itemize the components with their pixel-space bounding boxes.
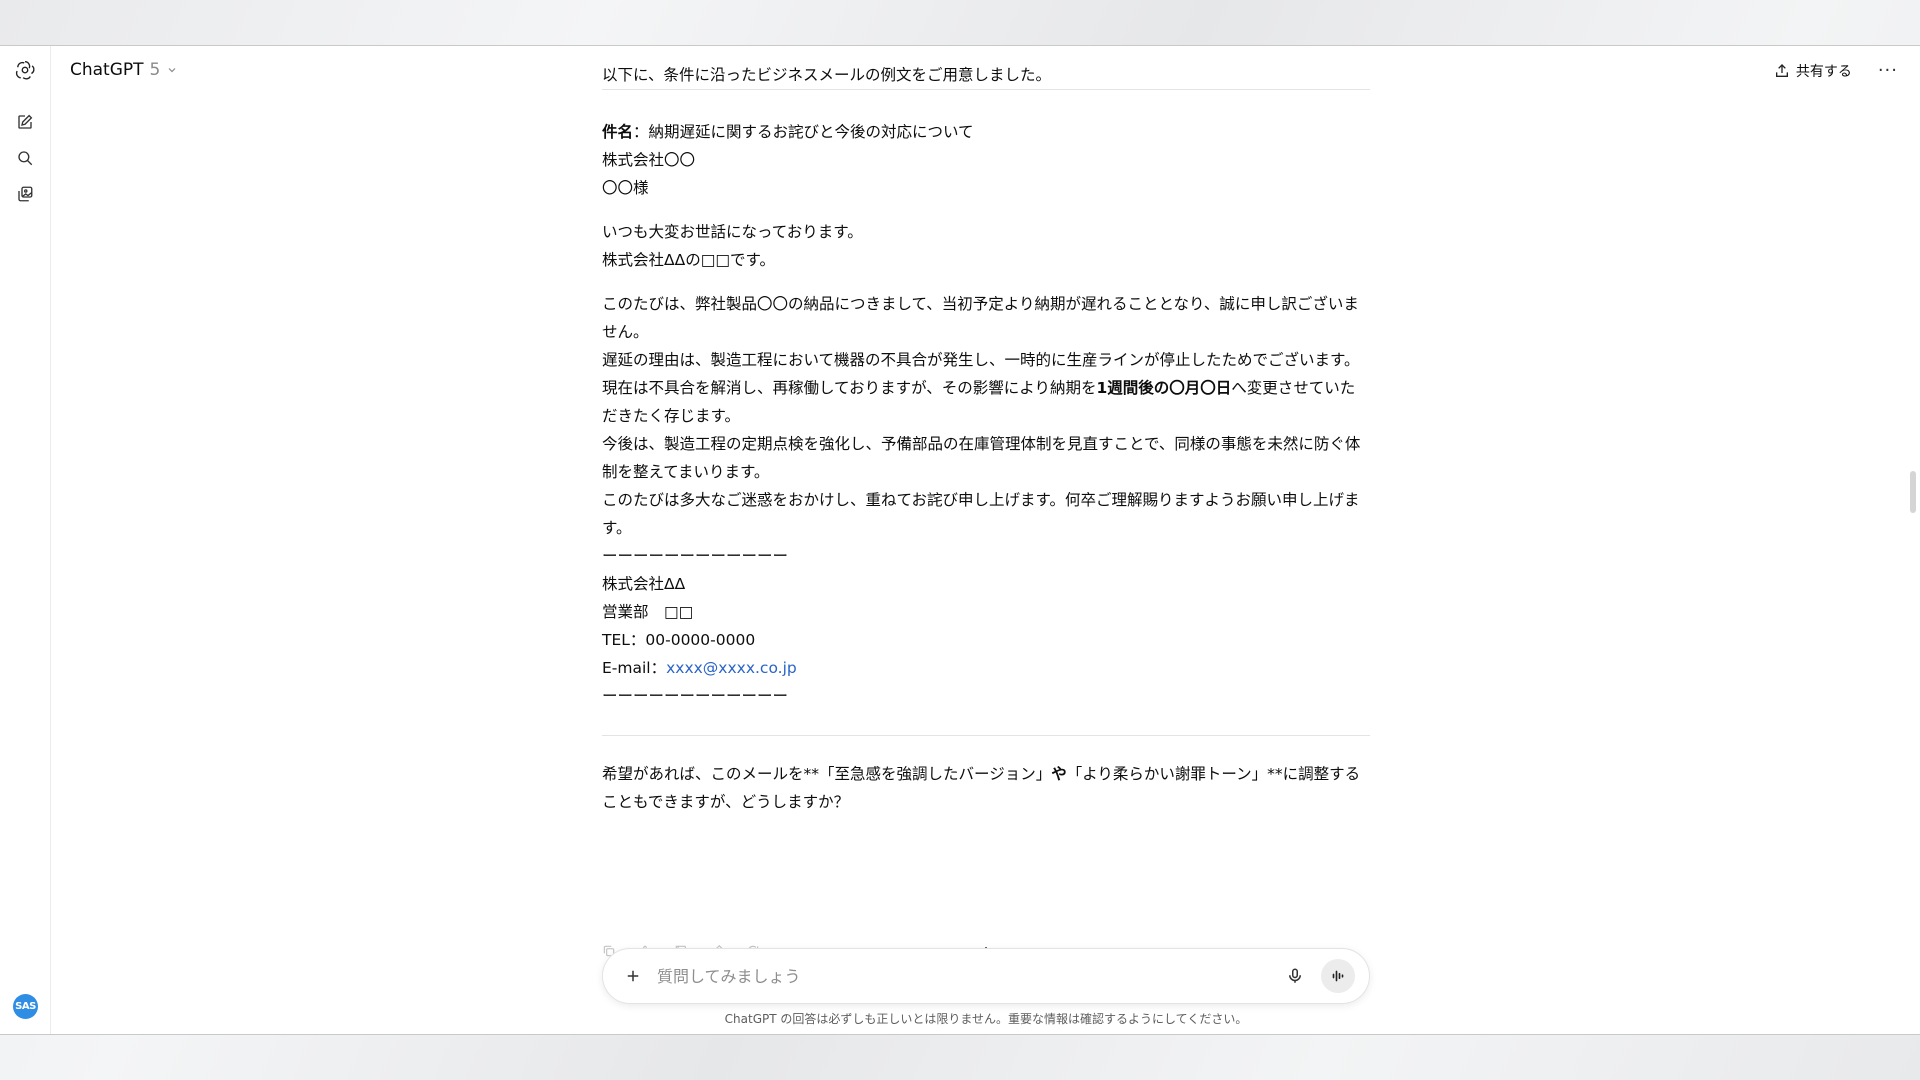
share-icon: [1775, 63, 1788, 77]
share-button[interactable]: 共有する: [1774, 61, 1852, 81]
followup-bold: や: [1051, 765, 1067, 783]
email-recipient: 株式会社〇〇 〇〇様: [602, 146, 1370, 202]
model-selector[interactable]: ChatGPT 5: [70, 60, 178, 80]
model-name: ChatGPT: [70, 60, 144, 80]
subject-label: 件名: [602, 123, 634, 141]
followup-text-a: 希望があれば、このメールを**「至急感を強調したバージョン」: [602, 765, 1052, 783]
para-closing: このたびは多大なご迷惑をおかけし、重ねてお詫び申し上げます。何卒ご理解賜りますよ…: [602, 491, 1360, 537]
divider: [602, 735, 1370, 736]
model-version: 5: [149, 60, 161, 80]
header-actions: 共有する ···: [1774, 60, 1898, 81]
chevron-down-icon: [168, 68, 176, 73]
email-subject: 件名：納期遅延に関するお詫びと今後の対応について: [602, 118, 1370, 146]
greeting-line-1: いつも大変お世話になっております。: [602, 223, 863, 241]
signature-divider-top: ーーーーーーーーーーーー: [602, 547, 789, 565]
disclaimer: ChatGPT の回答は必ずしも正しいとは限りません。重要な情報は確認するように…: [724, 1012, 1248, 1026]
prompt-input[interactable]: [657, 966, 1281, 986]
para-apology: このたびは、弊社製品〇〇の納品につきまして、当初予定より納期が遅れることとなり、…: [602, 295, 1359, 341]
signature-email-label: E-mail：: [602, 659, 667, 677]
scrollbar-thumb[interactable]: [1910, 471, 1916, 513]
avatar[interactable]: SAS: [13, 994, 38, 1019]
followup-question: 希望があれば、このメールを**「至急感を強調したバージョン」や「より柔らかい謝罪…: [602, 760, 1370, 816]
signature-dept: 営業部 □□: [602, 603, 694, 621]
share-label: 共有する: [1795, 63, 1852, 80]
search-icon[interactable]: [13, 146, 37, 170]
email-greeting: いつも大変お世話になっております。 株式会社ΔΔの□□です。: [602, 218, 1370, 274]
library-icon[interactable]: [13, 182, 37, 206]
mic-icon[interactable]: [1281, 962, 1309, 990]
signature-email: E-mail：xxxx@xxxx.co.jp: [602, 654, 1370, 682]
voice-mode-icon[interactable]: [1321, 959, 1355, 993]
message-intro: 以下に、条件に沿ったビジネスメールの例文をご用意しました。: [602, 66, 1052, 84]
sidebar-rail: SAS: [0, 46, 51, 1034]
more-options-button[interactable]: ···: [1878, 60, 1898, 81]
email-link[interactable]: xxxx@xxxx.co.jp: [666, 659, 797, 677]
signature-company: 株式会社ΔΔ: [602, 575, 686, 593]
para-prevention: 今後は、製造工程の定期点検を強化し、予備部品の在庫管理体制を見直すことで、同様の…: [602, 435, 1361, 481]
greeting-line-2: 株式会社ΔΔの□□です。: [602, 251, 775, 269]
app-window: SAS ChatGPT 5 共有する ··· 以下に、条件に沿ったビジネスメール…: [0, 45, 1920, 1035]
new-chat-icon[interactable]: [13, 110, 37, 134]
divider: [602, 89, 1370, 90]
openai-logo-icon[interactable]: [13, 58, 37, 82]
assistant-message: 以下に、条件に沿ったビジネスメールの例文をご用意しました。 件名：納期遅延に関す…: [602, 61, 1370, 816]
recipient-name: 〇〇様: [602, 179, 649, 197]
composer: [602, 948, 1370, 1004]
subject-text: ：納期遅延に関するお詫びと今後の対応について: [633, 123, 974, 141]
signature-tel: TEL：00-0000-0000: [602, 631, 756, 649]
signature-divider-bottom: ーーーーーーーーーーーー: [602, 687, 789, 705]
plus-icon[interactable]: [621, 964, 645, 988]
recipient-company: 株式会社〇〇: [602, 151, 696, 169]
para-reason-bold: 1週間後の〇月〇日: [1096, 379, 1232, 397]
email-signature: ーーーーーーーーーーーー 株式会社ΔΔ 営業部 □□ TEL：00-0000-0…: [602, 542, 1370, 710]
para-reason: 遅延の理由は、製造工程において機器の不具合が発生し、一時的に生産ラインが停止した…: [602, 346, 1370, 430]
